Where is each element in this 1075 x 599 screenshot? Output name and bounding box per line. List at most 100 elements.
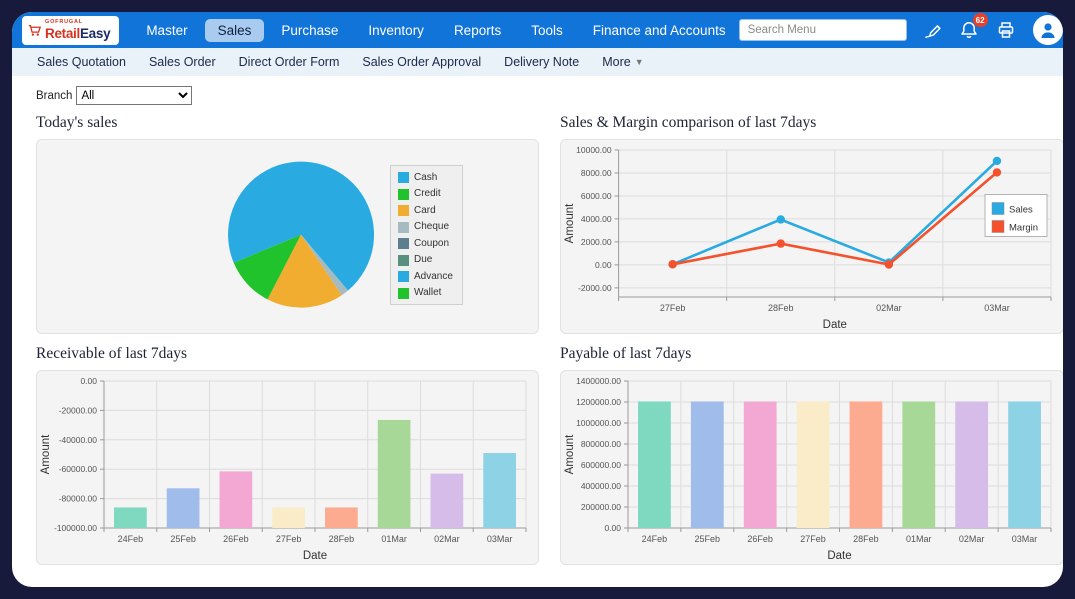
menu-item-tools[interactable]: Tools xyxy=(518,18,576,43)
bar-27Feb[interactable] xyxy=(797,401,830,528)
cart-icon xyxy=(28,24,41,37)
legend-swatch xyxy=(398,205,409,216)
brand-text: GOFRUGAL RetailEasy xyxy=(45,20,110,40)
legend-swatch xyxy=(398,238,409,249)
x-tick-label: 27Feb xyxy=(276,534,302,544)
point-margin-28Feb[interactable] xyxy=(777,239,785,247)
menu-item-sales[interactable]: Sales xyxy=(205,19,265,42)
menu-item-purchase[interactable]: Purchase xyxy=(268,18,351,43)
bar-27Feb[interactable] xyxy=(272,507,305,528)
menu-item-master[interactable]: Master xyxy=(133,18,200,43)
print-button[interactable] xyxy=(996,20,1016,40)
app-window: GOFRUGAL RetailEasy Master Sales Purchas… xyxy=(12,12,1063,587)
y-axis-label: Amount xyxy=(564,203,576,243)
y-tick-label: 10000.00 xyxy=(576,145,612,155)
legend-item-coupon[interactable]: Coupon xyxy=(398,238,453,249)
menu-item-finance-accounts[interactable]: Finance and Accounts xyxy=(580,18,739,43)
point-margin-03Mar[interactable] xyxy=(993,168,1001,176)
legend-item-cheque[interactable]: Cheque xyxy=(398,222,453,233)
x-tick-label: 28Feb xyxy=(853,534,879,544)
y-tick-label: 0.00 xyxy=(80,376,97,386)
x-tick-label: 03Mar xyxy=(1012,534,1038,544)
bar-24Feb[interactable] xyxy=(638,401,671,528)
branch-label: Branch xyxy=(36,90,72,102)
point-margin-02Mar[interactable] xyxy=(885,260,893,268)
brush-icon xyxy=(923,21,942,40)
bar-02Mar[interactable] xyxy=(955,401,988,528)
legend-swatch xyxy=(398,255,409,266)
bar-03Mar[interactable] xyxy=(1008,401,1041,528)
bar-01Mar[interactable] xyxy=(902,401,935,528)
y-tick-label: -2000.00 xyxy=(578,283,612,293)
bar-01Mar[interactable] xyxy=(378,420,411,528)
todays-sales-pie-panel[interactable]: Cash Credit Card Cheque Coupon Due Advance Wall… xyxy=(36,139,539,334)
sales-margin-line-panel[interactable]: 10000.008000.006000.004000.002000.000.00… xyxy=(560,139,1063,334)
bar-28Feb[interactable] xyxy=(325,507,358,528)
legend-label: Cheque xyxy=(414,222,449,232)
bar-24Feb[interactable] xyxy=(114,507,147,528)
bar-chart-canvas: 0.00-20000.00-40000.00-60000.00-80000.00… xyxy=(37,371,538,564)
theme-brush-button[interactable] xyxy=(923,21,942,40)
y-axis-label: Amount xyxy=(564,434,576,474)
submenu-sales-quotation[interactable]: Sales Quotation xyxy=(37,55,126,69)
submenu-more[interactable]: More ▼ xyxy=(602,55,643,69)
menu-item-inventory[interactable]: Inventory xyxy=(355,18,437,43)
branch-select[interactable]: All xyxy=(76,86,192,105)
y-tick-label: -60000.00 xyxy=(59,464,98,474)
submenu-more-label: More xyxy=(602,55,630,69)
x-tick-label: 28Feb xyxy=(768,303,794,313)
x-tick-label: 26Feb xyxy=(747,534,773,544)
point-sales-03Mar[interactable] xyxy=(993,157,1001,165)
sales-submenu: Sales Quotation Sales Order Direct Order… xyxy=(12,48,1063,76)
x-tick-label: 27Feb xyxy=(660,303,686,313)
search-input[interactable] xyxy=(739,19,907,41)
legend-item-wallet[interactable]: Wallet xyxy=(398,288,453,299)
x-tick-label: 24Feb xyxy=(642,534,668,544)
bar-25Feb[interactable] xyxy=(167,488,200,528)
chart-title-receivable: Receivable of last 7days xyxy=(36,345,539,363)
top-navbar: GOFRUGAL RetailEasy Master Sales Purchas… xyxy=(12,12,1063,48)
legend-item-credit[interactable]: Credit xyxy=(398,189,453,200)
legend-label: Credit xyxy=(414,189,441,199)
charts-grid: Today's sales Cash Credit Card Cheque Coupon… xyxy=(24,109,1052,565)
legend-swatch-margin[interactable] xyxy=(992,221,1004,233)
submenu-delivery-note[interactable]: Delivery Note xyxy=(504,55,579,69)
legend-item-card[interactable]: Card xyxy=(398,205,453,216)
bar-chart-canvas: 1400000.001200000.001000000.00800000.006… xyxy=(561,371,1063,564)
legend-swatch-sales[interactable] xyxy=(992,203,1004,215)
bar-26Feb[interactable] xyxy=(744,401,777,528)
user-avatar-button[interactable] xyxy=(1033,15,1063,45)
notifications-button[interactable]: 62 xyxy=(959,20,979,40)
legend-item-cash[interactable]: Cash xyxy=(398,172,453,183)
x-axis-label: Date xyxy=(827,550,851,562)
payable-bar-panel[interactable]: 1400000.001200000.001000000.00800000.006… xyxy=(560,370,1063,565)
point-sales-28Feb[interactable] xyxy=(777,215,785,223)
y-tick-label: 8000.00 xyxy=(581,168,612,178)
bar-03Mar[interactable] xyxy=(483,453,516,528)
submenu-sales-order[interactable]: Sales Order xyxy=(149,55,216,69)
y-tick-label: 200000.00 xyxy=(581,502,621,512)
submenu-direct-order-form[interactable]: Direct Order Form xyxy=(239,55,340,69)
y-tick-label: 4000.00 xyxy=(581,214,612,224)
x-tick-label: 28Feb xyxy=(329,534,355,544)
submenu-sales-order-approval[interactable]: Sales Order Approval xyxy=(362,55,481,69)
bar-25Feb[interactable] xyxy=(691,401,724,528)
legend-label: Cash xyxy=(414,173,437,183)
x-tick-label: 02Mar xyxy=(959,534,985,544)
point-margin-27Feb[interactable] xyxy=(668,260,676,268)
x-tick-label: 01Mar xyxy=(381,534,407,544)
brand-logo[interactable]: GOFRUGAL RetailEasy xyxy=(22,16,119,45)
bar-02Mar[interactable] xyxy=(431,474,464,528)
legend-item-advance[interactable]: Advance xyxy=(398,271,453,282)
y-tick-label: -40000.00 xyxy=(59,435,98,445)
receivable-bar-panel[interactable]: 0.00-20000.00-40000.00-60000.00-80000.00… xyxy=(36,370,539,565)
chart-title-todays-sales: Today's sales xyxy=(36,114,539,132)
legend-label: Due xyxy=(414,255,432,265)
bar-28Feb[interactable] xyxy=(850,401,883,528)
chart-title-payable: Payable of last 7days xyxy=(560,345,1063,363)
bar-26Feb[interactable] xyxy=(220,471,253,528)
legend-item-due[interactable]: Due xyxy=(398,255,453,266)
y-tick-label: -80000.00 xyxy=(59,494,98,504)
menu-item-reports[interactable]: Reports xyxy=(441,18,514,43)
navbar-icons: 62 xyxy=(923,15,1063,45)
